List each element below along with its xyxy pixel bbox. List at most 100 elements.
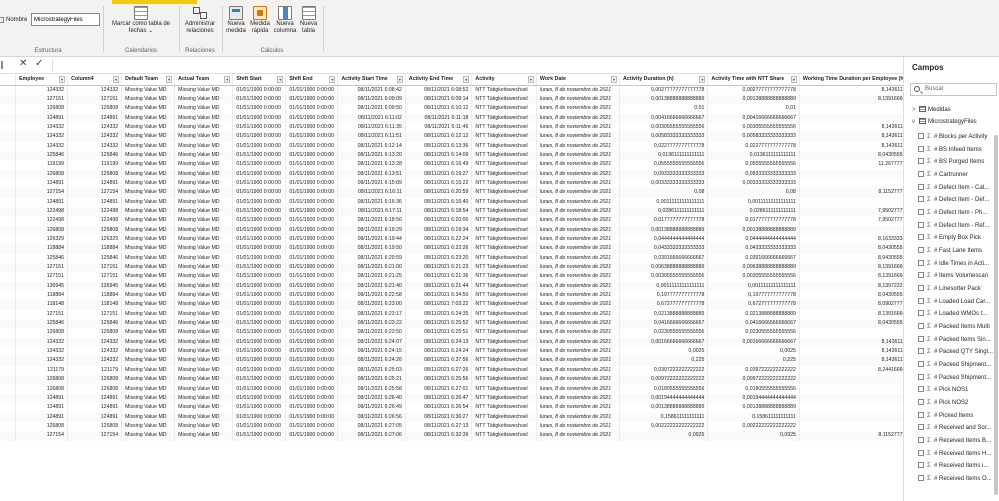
table-cell[interactable]: 08/11/2021 6:26:40 (337, 393, 406, 404)
table-cell[interactable]: 01/01/1900 0:00:00 (285, 188, 339, 198)
table-cell[interactable]: 0,00972222222222222 (619, 375, 709, 385)
table-row[interactable]: 125846 125846 Missing Value MD Missing Valu… (0, 150, 903, 161)
table-cell[interactable]: 08/11/2021 6:12:12 (405, 132, 473, 142)
table-cell[interactable]: NTT Tätigkeitswechsel (471, 431, 537, 441)
table-cell[interactable]: NTT Tätigkeitswechsel (471, 272, 537, 282)
table-cell[interactable]: 8,16333333333333 (799, 235, 903, 245)
row-selector[interactable] (0, 244, 17, 254)
column-header[interactable]: Activity End Time ▾ (405, 74, 473, 86)
table-cell[interactable]: Missing Value MD (174, 421, 234, 432)
table-cell[interactable]: 0,0555555555555556 (619, 160, 709, 170)
table-cell[interactable]: 124891 (67, 197, 123, 207)
table-row[interactable]: 127151 127151 Missing Value MD Missing Valu… (0, 263, 903, 273)
table-cell[interactable]: Missing Value MD (121, 225, 176, 235)
field-checkbox[interactable] (918, 234, 924, 241)
row-selector[interactable] (0, 85, 17, 95)
table-cell[interactable]: NTT Tätigkeitswechsel (471, 216, 537, 226)
table-cell[interactable]: 0,0136111111111111 (619, 150, 709, 161)
table-row[interactable]: 127154 127154 Missing Value MD Missing Valu… (0, 188, 903, 198)
table-cell[interactable]: 8,04305555555556 (799, 319, 903, 329)
table-cell[interactable]: 08/11/2021 6:27:13 (405, 421, 473, 432)
table-cell[interactable]: 0,00166666666666667 (707, 337, 800, 348)
table-cell[interactable]: 0,00111111111111111 (619, 197, 709, 207)
table-cell[interactable]: 08/11/2021 6:34:50 (405, 291, 473, 301)
table-cell[interactable]: 08/11/2021 6:14:09 (405, 150, 473, 161)
table-cell[interactable]: 01/01/1900 0:00:00 (232, 197, 287, 207)
table-cell[interactable]: lunes, 8 de noviembre de 2021 (536, 421, 621, 432)
table-cell[interactable]: 01/01/1900 0:00:00 (232, 132, 287, 142)
field-item[interactable]: Σ # Empty Box Pick (918, 232, 998, 245)
table-cell[interactable]: 08/11/2021 6:24:35 (405, 309, 473, 320)
table-cell[interactable]: NTT Tätigkeitswechsel (471, 104, 537, 114)
field-item[interactable]: Σ # Cartrunner (918, 169, 998, 182)
table-cell[interactable]: 08/11/2021 6:13:20 (337, 150, 406, 161)
table-cell[interactable]: 125846 (15, 253, 69, 264)
field-checkbox[interactable] (918, 284, 924, 291)
table-cell[interactable]: 8,13916666666667 (799, 272, 903, 282)
table-cell[interactable]: 0,00194444444444444 (619, 393, 709, 404)
table-cell[interactable]: 124332 (67, 122, 123, 133)
table-cell[interactable]: 08/11/2021 6:27:26 (405, 365, 473, 376)
new-table-button[interactable]: Nueva tabla (298, 6, 319, 35)
table-cell[interactable]: 118884 (67, 291, 123, 301)
table-cell[interactable]: 0,00972222222222222 (707, 375, 800, 385)
table-cell[interactable]: NTT Tätigkeitswechsel (471, 421, 537, 432)
field-checkbox[interactable] (918, 221, 924, 228)
table-cell[interactable]: 0,672777777777778 (619, 300, 709, 310)
table-cell[interactable]: 08/11/2021 6:21:23 (405, 263, 473, 273)
table-cell[interactable]: lunes, 8 de noviembre de 2021 (536, 412, 621, 422)
table-cell[interactable]: Missing Value MD (121, 122, 176, 133)
table-cell[interactable]: Missing Value MD (121, 291, 176, 301)
table-cell[interactable]: 08/11/2021 6:19:44 (337, 235, 406, 245)
table-cell[interactable]: 0,00222222222222222 (619, 421, 709, 432)
table-cell[interactable]: 01/01/1900 0:00:00 (232, 263, 287, 273)
field-item[interactable]: Σ # Received Items B... (918, 435, 998, 448)
row-selector[interactable] (0, 384, 17, 394)
table-cell[interactable]: NTT Tätigkeitswechsel (471, 375, 537, 385)
field-item[interactable]: Σ # Items Volumescan (918, 270, 998, 283)
field-checkbox[interactable] (918, 398, 924, 405)
table-cell[interactable]: 01/01/1900 0:00:00 (232, 160, 287, 170)
table-cell[interactable]: 0,0397222222222222 (707, 365, 800, 376)
table-cell[interactable]: 0,0230555555555556 (619, 328, 709, 338)
table-cell[interactable]: 0,00138888888888889 (707, 225, 800, 235)
table-cell[interactable]: 124891 (67, 412, 123, 422)
table-cell[interactable]: 0,225 (619, 356, 709, 366)
column-header[interactable]: Shift Start ▾ (232, 74, 287, 86)
field-item[interactable]: Σ # Picked Items (918, 410, 998, 423)
column-header[interactable]: Default Team ▾ (121, 74, 176, 86)
table-cell[interactable]: 01/01/1900 0:00:00 (285, 337, 339, 348)
field-item[interactable]: Σ # Blocks per Activity (918, 131, 998, 144)
table-cell[interactable]: lunes, 8 de noviembre de 2021 (536, 263, 621, 273)
table-cell[interactable]: 0,0180555555555556 (619, 384, 709, 394)
field-checkbox[interactable] (918, 360, 924, 367)
table-cell[interactable]: Missing Value MD (174, 291, 234, 301)
table-cell[interactable]: Missing Value MD (174, 272, 234, 282)
table-cell[interactable]: 01/01/1900 0:00:00 (285, 178, 339, 189)
table-cell[interactable]: 08/11/2021 6:23:50 (337, 328, 406, 338)
row-selector[interactable] (0, 431, 17, 441)
table-cell[interactable]: 01/01/1900 0:00:00 (285, 150, 339, 161)
table-cell[interactable]: 0,0925 (707, 431, 800, 441)
table-cell[interactable]: Missing Value MD (121, 412, 176, 422)
table-cell[interactable]: 08/11/2021 6:09:50 (337, 104, 406, 114)
table-cell[interactable]: 0,0444444444444444 (619, 235, 709, 245)
table-cell[interactable]: 08/11/2021 6:09:14 (405, 94, 473, 105)
table-cell[interactable]: NTT Tätigkeitswechsel (471, 319, 537, 329)
table-cell[interactable]: 127151 (15, 272, 69, 282)
field-checkbox[interactable] (918, 183, 924, 190)
table-cell[interactable]: 08/11/2021 6:21:36 (405, 272, 473, 282)
table-cell[interactable]: 08/11/2021 6:25:58 (337, 384, 406, 394)
table-cell[interactable]: Missing Value MD (174, 244, 234, 254)
table-cell[interactable]: 126808 (67, 104, 123, 114)
table-cell[interactable]: 08/11/2021 7:03:22 (405, 300, 473, 310)
table-cell[interactable]: 08/11/2021 6:22:24 (405, 235, 473, 245)
table-cell[interactable]: 08/11/2021 6:16:49 (405, 160, 473, 170)
table-cell[interactable]: lunes, 8 de noviembre de 2021 (536, 94, 621, 105)
row-selector[interactable] (0, 104, 17, 114)
column-header[interactable]: Work Date ▾ (536, 74, 621, 86)
table-cell[interactable]: 0,00583333333333333 (619, 132, 709, 142)
table-cell[interactable]: Missing Value MD (121, 235, 176, 245)
column-filter-dropdown-icon[interactable]: ▾ (277, 76, 284, 83)
table-cell[interactable]: 124891 (15, 113, 69, 123)
